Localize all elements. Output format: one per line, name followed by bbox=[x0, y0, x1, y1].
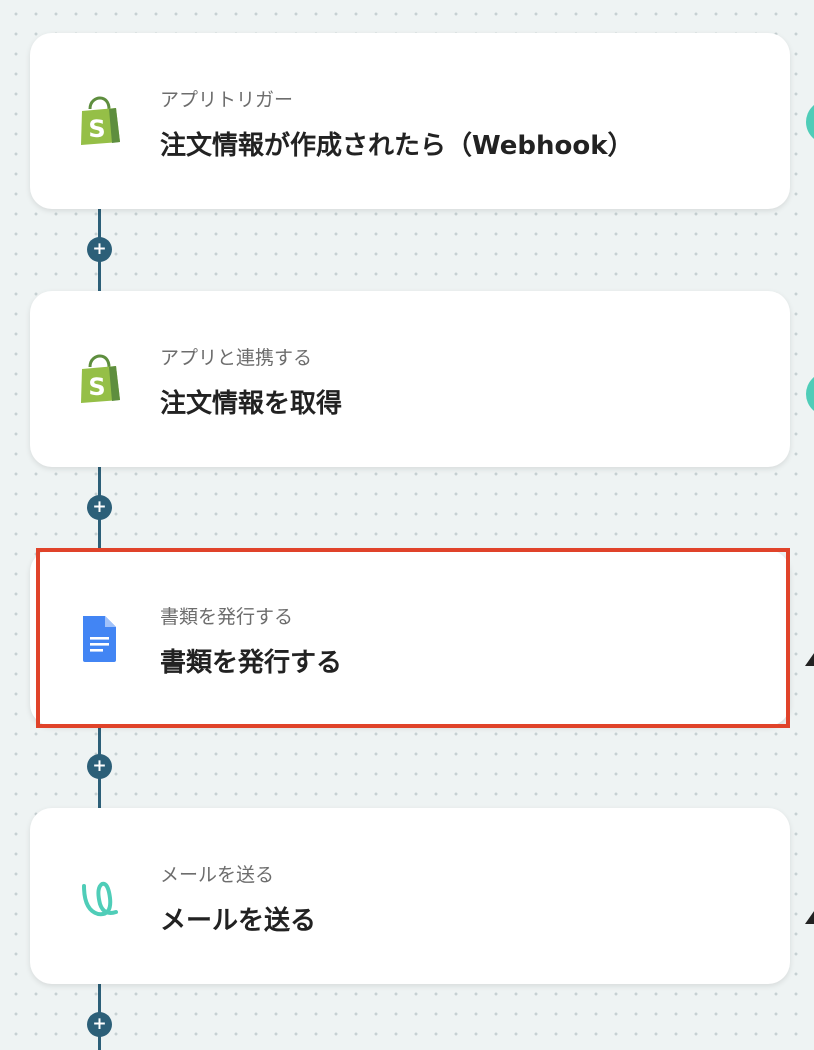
svg-text:S: S bbox=[88, 373, 105, 401]
step-label: 書類を発行する bbox=[160, 606, 294, 628]
add-step-button[interactable]: + bbox=[87, 754, 112, 779]
shopify-icon: S bbox=[76, 353, 124, 405]
step-title: 注文情報を取得 bbox=[160, 389, 343, 419]
step-card-issue-document[interactable]: 書類を発行する 書類を発行する bbox=[30, 550, 790, 726]
yoom-mail-icon bbox=[76, 870, 124, 922]
status-indicator bbox=[806, 100, 814, 144]
step-title: メールを送る bbox=[160, 906, 317, 936]
step-card-trigger[interactable]: S アプリトリガー 注文情報が作成されたら（Webhook） bbox=[30, 33, 790, 209]
step-title: 書類を発行する bbox=[160, 648, 343, 678]
step-card-send-mail[interactable]: メールを送る メールを送る bbox=[30, 808, 790, 984]
warning-icon bbox=[805, 911, 814, 924]
step-label: アプリトリガー bbox=[160, 89, 294, 111]
warning-icon bbox=[805, 653, 814, 666]
step-label: メールを送る bbox=[160, 864, 275, 886]
step-title: 注文情報が作成されたら（Webhook） bbox=[160, 131, 634, 161]
step-label: アプリと連携する bbox=[160, 347, 313, 369]
google-docs-icon bbox=[76, 612, 124, 664]
status-indicator bbox=[806, 372, 814, 416]
add-step-button[interactable]: + bbox=[87, 495, 112, 520]
svg-text:S: S bbox=[88, 115, 105, 143]
step-card-get-order[interactable]: S アプリと連携する 注文情報を取得 bbox=[30, 291, 790, 467]
add-step-button[interactable]: + bbox=[87, 237, 112, 262]
add-step-button[interactable]: + bbox=[87, 1012, 112, 1037]
shopify-icon: S bbox=[76, 95, 124, 147]
